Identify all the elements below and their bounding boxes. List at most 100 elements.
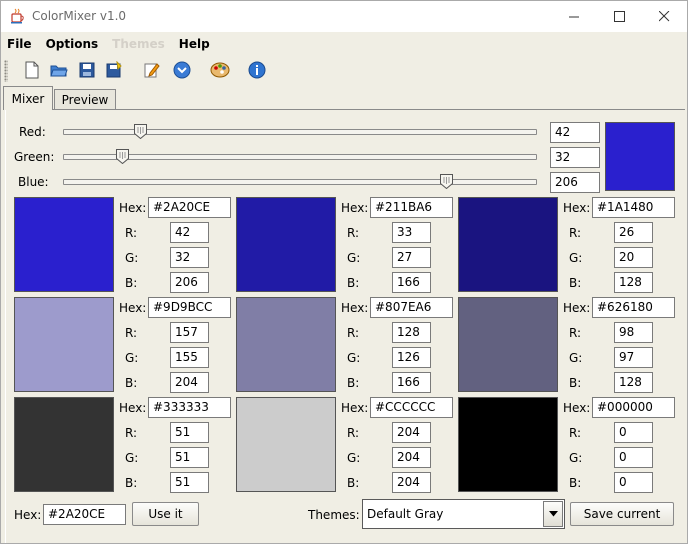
swatch-color[interactable]	[458, 197, 558, 292]
blue-slider-thumb[interactable]	[440, 174, 453, 189]
hex-label: Hex:	[563, 301, 591, 315]
green-slider-thumb[interactable]	[116, 149, 129, 164]
swatch-hex-field[interactable]: #807EA6	[370, 297, 453, 318]
title-bar: ColorMixer v1.0	[1, 1, 687, 32]
red-value-field[interactable]: 42	[550, 122, 600, 143]
swatch-g-field[interactable]: 0	[614, 447, 653, 468]
close-icon	[658, 11, 669, 22]
r-label: R:	[347, 426, 360, 440]
blue-slider-track[interactable]	[63, 179, 537, 185]
swatch-b-field[interactable]: 204	[170, 372, 209, 393]
swatch-g-field[interactable]: 32	[170, 247, 209, 268]
swatch-b-field[interactable]: 166	[392, 272, 431, 293]
r-label: R:	[569, 426, 582, 440]
swatch-g-field[interactable]: 126	[392, 347, 431, 368]
menu-file[interactable]: File	[1, 37, 40, 51]
hex-label: Hex:	[119, 401, 147, 415]
b-label: B:	[347, 376, 360, 390]
green-slider-track[interactable]	[63, 154, 537, 160]
theme-select[interactable]: Default Gray	[362, 499, 565, 529]
open-button[interactable]	[49, 60, 69, 80]
hex-label: Hex:	[119, 201, 147, 215]
swatch-g-field[interactable]: 97	[614, 347, 653, 368]
current-color-preview	[605, 122, 675, 191]
swatch-g-field[interactable]: 204	[392, 447, 431, 468]
blue-value-field[interactable]: 206	[550, 172, 600, 193]
swatch-b-field[interactable]: 166	[392, 372, 431, 393]
tab-mixer[interactable]: Mixer	[3, 86, 53, 110]
b-label: B:	[347, 476, 360, 490]
palette-button[interactable]	[210, 60, 230, 80]
menu-help[interactable]: Help	[173, 37, 218, 51]
save-icon	[79, 62, 95, 78]
swatch-r-field[interactable]: 51	[170, 422, 209, 443]
swatch-r-field[interactable]: 33	[392, 222, 431, 243]
swatch-b-field[interactable]: 0	[614, 472, 653, 493]
save-button[interactable]	[77, 60, 97, 80]
toolbar-grip[interactable]	[4, 60, 8, 82]
green-value-field[interactable]: 32	[550, 147, 600, 168]
save-all-button[interactable]	[105, 60, 125, 80]
download-icon	[173, 61, 191, 79]
r-label: R:	[569, 326, 582, 340]
swatch-hex-field[interactable]: #626180	[592, 297, 675, 318]
r-label: R:	[347, 326, 360, 340]
hex-label: Hex:	[119, 301, 147, 315]
save-current-button[interactable]: Save current	[570, 502, 674, 526]
menu-themes[interactable]: Themes	[106, 37, 173, 51]
swatch-hex-field[interactable]: #1A1480	[592, 197, 675, 218]
swatch-b-field[interactable]: 128	[614, 272, 653, 293]
hex-label: Hex:	[563, 201, 591, 215]
new-button[interactable]	[22, 60, 42, 80]
swatch-r-field[interactable]: 157	[170, 322, 209, 343]
edit-icon	[144, 63, 160, 78]
g-label: G:	[569, 451, 583, 465]
red-slider-thumb[interactable]	[134, 124, 147, 139]
swatch-hex-field[interactable]: #9D9BCC	[148, 297, 231, 318]
swatch-color[interactable]	[458, 297, 558, 392]
close-button[interactable]	[641, 1, 687, 32]
swatch-hex-field[interactable]: #CCCCCC	[370, 397, 453, 418]
swatch-b-field[interactable]: 206	[170, 272, 209, 293]
swatch-b-field[interactable]: 204	[392, 472, 431, 493]
swatch-r-field[interactable]: 0	[614, 422, 653, 443]
theme-dropdown-button[interactable]	[543, 501, 563, 527]
info-button[interactable]	[247, 60, 267, 80]
maximize-button[interactable]	[596, 1, 642, 32]
use-it-button[interactable]: Use it	[132, 502, 199, 526]
swatch-color[interactable]	[14, 197, 114, 292]
swatch-g-field[interactable]: 155	[170, 347, 209, 368]
swatch-g-field[interactable]: 20	[614, 247, 653, 268]
toolbar	[1, 55, 687, 86]
chevron-down-icon	[548, 511, 558, 517]
hex-label: Hex:	[341, 301, 369, 315]
swatch-r-field[interactable]: 26	[614, 222, 653, 243]
bottom-hex-input[interactable]: #2A20CE	[43, 504, 126, 525]
swatch-b-field[interactable]: 128	[614, 372, 653, 393]
swatch-hex-field[interactable]: #000000	[592, 397, 675, 418]
swatch-hex-field[interactable]: #2A20CE	[148, 197, 231, 218]
g-label: G:	[125, 351, 139, 365]
edit-button[interactable]	[142, 60, 162, 80]
swatch-color[interactable]	[458, 397, 558, 492]
swatch-color[interactable]	[236, 197, 336, 292]
swatch-color[interactable]	[14, 397, 114, 492]
red-label: Red:	[19, 125, 46, 139]
swatch-hex-field[interactable]: #211BA6	[370, 197, 453, 218]
window-title: ColorMixer v1.0	[32, 9, 127, 23]
swatch-color[interactable]	[14, 297, 114, 392]
swatch-r-field[interactable]: 42	[170, 222, 209, 243]
swatch-color[interactable]	[236, 297, 336, 392]
swatch-color[interactable]	[236, 397, 336, 492]
swatch-g-field[interactable]: 51	[170, 447, 209, 468]
swatch-r-field[interactable]: 204	[392, 422, 431, 443]
swatch-r-field[interactable]: 98	[614, 322, 653, 343]
swatch-g-field[interactable]: 27	[392, 247, 431, 268]
swatch-hex-field[interactable]: #333333	[148, 397, 231, 418]
swatch-r-field[interactable]: 128	[392, 322, 431, 343]
swatch-b-field[interactable]: 51	[170, 472, 209, 493]
tab-preview[interactable]: Preview	[54, 89, 116, 110]
menu-options[interactable]: Options	[40, 37, 107, 51]
minimize-button[interactable]	[551, 1, 597, 32]
download-button[interactable]	[172, 60, 192, 80]
